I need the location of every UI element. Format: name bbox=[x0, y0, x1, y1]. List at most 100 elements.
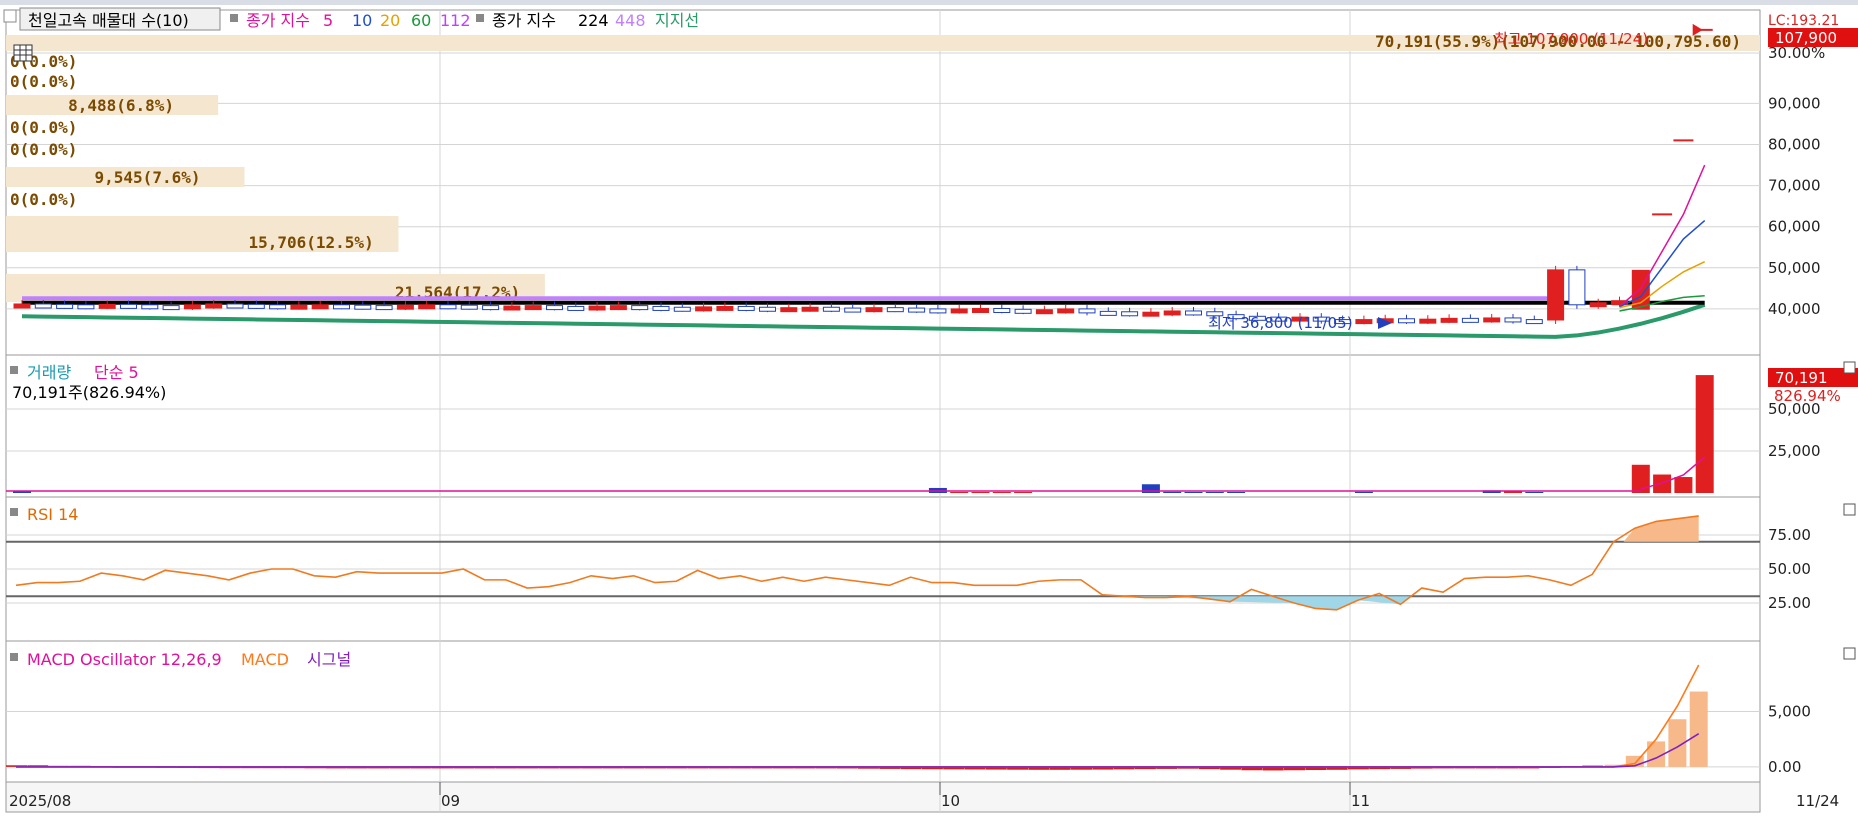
volume-bar bbox=[1014, 491, 1033, 493]
y-tick-label: 25.00 bbox=[1768, 594, 1811, 612]
macd-legend-signal: 시그널 bbox=[307, 650, 351, 669]
candle bbox=[929, 308, 947, 314]
y-tick-label: 50.00 bbox=[1768, 560, 1811, 578]
candle bbox=[716, 305, 734, 311]
legend-ma224: 224 bbox=[578, 11, 609, 30]
candle bbox=[631, 305, 649, 311]
candle bbox=[609, 305, 627, 311]
legend-ma2-title: 종가 지수 bbox=[492, 11, 556, 30]
volume-profile-label: 0(0.0%) bbox=[10, 72, 77, 91]
candle bbox=[183, 304, 201, 310]
volume-badge-value: 70,191 bbox=[1775, 369, 1828, 387]
macd-panel bbox=[6, 664, 1708, 771]
volume-profile-label: 9,545(7.6%) bbox=[95, 168, 201, 187]
candle bbox=[524, 305, 542, 311]
table-icon[interactable] bbox=[13, 44, 33, 62]
volume-profile-label: 15,706(12.5%) bbox=[248, 233, 373, 252]
volume-badge-pct: 826.94% bbox=[1774, 387, 1841, 405]
legend-support: 지지선 bbox=[655, 11, 699, 30]
candle bbox=[13, 303, 31, 309]
rsi-panel bbox=[6, 515, 1760, 611]
legend-ma448: 448 bbox=[615, 11, 646, 30]
close-panel-icon[interactable] bbox=[1843, 503, 1856, 516]
candle bbox=[1163, 310, 1181, 316]
axis-layer: 30.00%90,00080,00070,00060,00050,00040,0… bbox=[439, 44, 1825, 795]
candle bbox=[56, 303, 74, 309]
candle bbox=[652, 305, 670, 311]
legend-bullet-icon bbox=[476, 14, 484, 22]
candle bbox=[333, 304, 350, 310]
candle bbox=[1398, 318, 1415, 324]
y-tick-label: 25,000 bbox=[1768, 442, 1821, 460]
price-panel: 70,191(55.9%)(107,900.00 - 100,795.60)0(… bbox=[6, 23, 1760, 339]
candle bbox=[439, 304, 457, 310]
close-panel-icon[interactable] bbox=[1843, 647, 1856, 660]
volume-profile-label: 0(0.0%) bbox=[10, 140, 77, 159]
candle bbox=[695, 306, 713, 312]
candle bbox=[950, 308, 968, 314]
candle bbox=[1121, 311, 1139, 317]
legend-toggle-icon[interactable] bbox=[3, 9, 17, 23]
candle bbox=[375, 305, 393, 311]
signal-line bbox=[16, 732, 1700, 768]
volume-profile-label: 0(0.0%) bbox=[10, 190, 77, 209]
macd-osc-bar bbox=[1689, 691, 1708, 767]
candle bbox=[844, 307, 862, 313]
legend-bullet-icon bbox=[10, 366, 18, 374]
candle bbox=[1035, 309, 1053, 315]
volume-bar bbox=[992, 491, 1011, 493]
candle bbox=[1142, 311, 1160, 317]
x-tick-label: 09 bbox=[441, 792, 460, 810]
panel-frame bbox=[5, 354, 1761, 498]
x-tick-label: 10 bbox=[941, 792, 960, 810]
volume-bar bbox=[1205, 491, 1224, 493]
candle bbox=[460, 304, 478, 310]
y-tick-label: 50,000 bbox=[1768, 259, 1821, 277]
candle bbox=[141, 304, 159, 310]
candle bbox=[1355, 319, 1373, 325]
legend-ma10: 10 bbox=[352, 11, 372, 30]
volume-bar bbox=[971, 491, 990, 493]
current-price-value: 107,900 bbox=[1775, 29, 1837, 47]
candle bbox=[120, 303, 137, 309]
candle bbox=[98, 303, 116, 309]
candle bbox=[780, 307, 798, 313]
x-axis-bar bbox=[5, 781, 1761, 813]
candle bbox=[503, 305, 521, 311]
candle bbox=[205, 303, 223, 309]
candle bbox=[311, 304, 329, 310]
y-tick-label: 0.00 bbox=[1768, 758, 1801, 776]
candle bbox=[77, 304, 95, 310]
y-tick-label: 70,000 bbox=[1768, 177, 1821, 195]
candle bbox=[673, 306, 691, 312]
macd-line bbox=[16, 664, 1700, 768]
rsi-legend: RSI 14 bbox=[27, 505, 78, 524]
candle bbox=[1099, 310, 1117, 316]
candle bbox=[993, 307, 1011, 313]
stock-chart: 70,191(55.9%)(107,900.00 - 100,795.60)0(… bbox=[3, 7, 1858, 813]
candle bbox=[1057, 308, 1075, 314]
legend-bullet-icon bbox=[10, 508, 18, 516]
candle bbox=[269, 304, 287, 310]
x-tick-label: 2025/08 bbox=[9, 792, 71, 810]
candle bbox=[1419, 318, 1437, 324]
legend-ma-title: 종가 지수 bbox=[246, 11, 310, 30]
low-price-label: 최저 36,800 (11/05) bbox=[1208, 314, 1353, 332]
candle bbox=[1483, 317, 1501, 323]
legend-ma5: 5 bbox=[323, 11, 333, 30]
y-tick-label: 75.00 bbox=[1768, 526, 1811, 544]
candle bbox=[1078, 308, 1096, 314]
legend-ma112: 112 bbox=[440, 11, 471, 30]
y-tick-label: 40,000 bbox=[1768, 300, 1821, 318]
high-price-label: 최고 107,900 (11/24) bbox=[1494, 30, 1648, 48]
volume-bar bbox=[1354, 491, 1373, 493]
close-panel-icon[interactable] bbox=[1843, 361, 1856, 374]
candle bbox=[226, 303, 244, 309]
volume-bar bbox=[1163, 491, 1182, 493]
candle bbox=[1589, 302, 1607, 308]
candle bbox=[1185, 310, 1202, 316]
y-tick-label: 60,000 bbox=[1768, 218, 1821, 236]
candle bbox=[1504, 317, 1522, 323]
candle bbox=[396, 304, 414, 310]
candle bbox=[588, 305, 606, 311]
